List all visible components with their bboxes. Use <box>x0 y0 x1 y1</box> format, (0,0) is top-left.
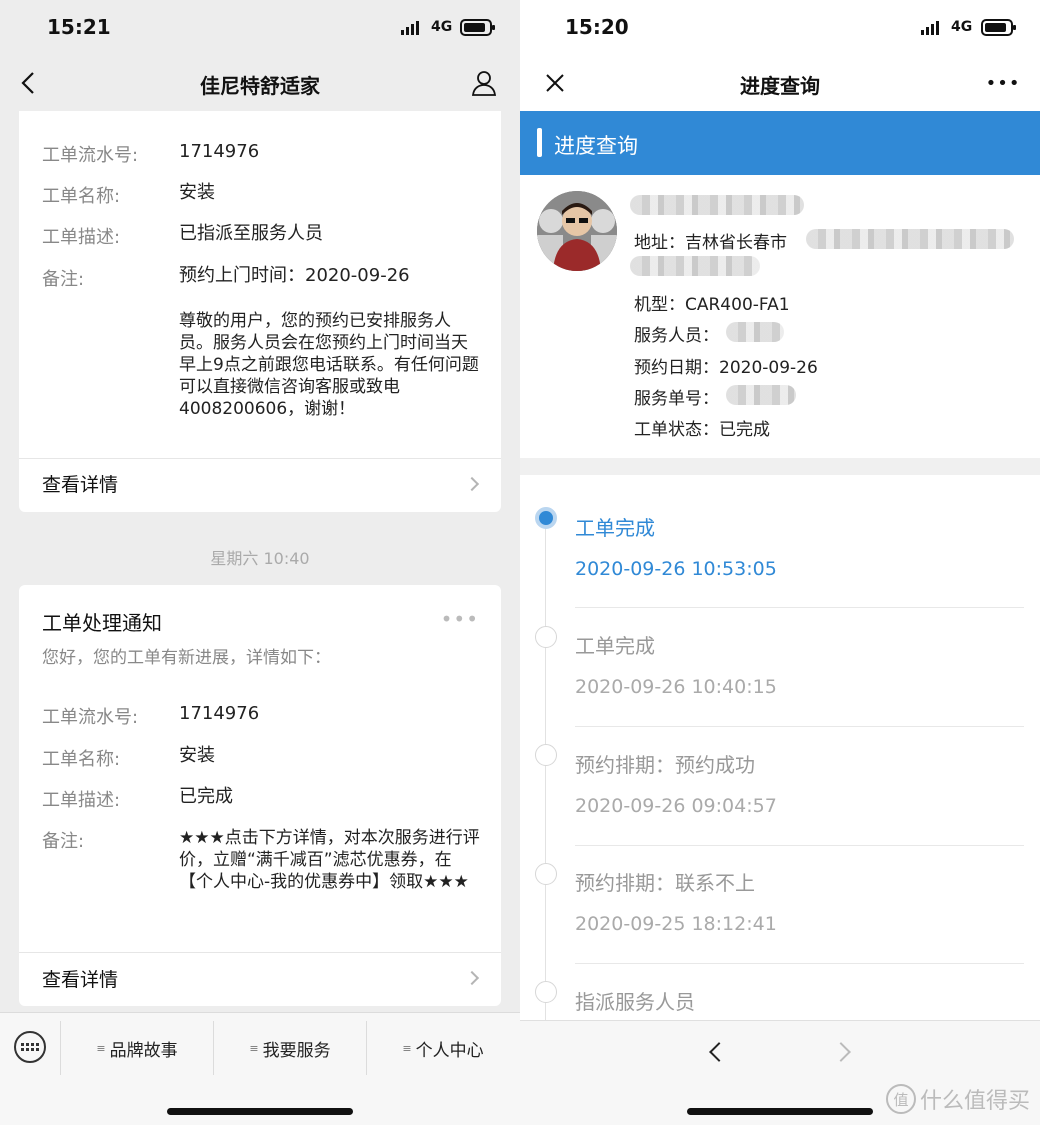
menu-list-icon: ≡ <box>96 1041 106 1055</box>
timeline-separator <box>575 607 1024 608</box>
progress-query-screen: 15:20 4G 进度查询 ••• 进度查询 地址：吉林省长春市 机型：CAR4… <box>520 0 1040 1125</box>
order-status: 工单状态：已完成 <box>634 420 770 440</box>
section-header: 进度查询 <box>520 111 1040 175</box>
header-accent-bar <box>537 128 542 157</box>
menu-user-center[interactable]: ≡ 个人中心 <box>366 1021 519 1075</box>
user-profile-icon[interactable] <box>467 66 501 100</box>
info-row: 备注: ★★★点击下方详情，对本次服务进行评价，立赠“满千减百”滤芯优惠券，在【个… <box>42 828 480 892</box>
back-arrow-icon[interactable] <box>709 1042 729 1062</box>
note-text: 尊敬的用户，您的预约已安排服务人员。服务人员会在您预约上门时间当天早上9点之前跟… <box>179 311 479 419</box>
menu-list-icon: ≡ <box>249 1041 259 1055</box>
timeline-dot-active <box>535 507 557 529</box>
model-info: 机型：CAR400-FA1 <box>634 295 790 315</box>
card-title: 工单处理通知 <box>42 611 162 635</box>
order-notice-card-1: 工单流水号: 1714976 工单名称: 安装 工单描述: 已指派至服务人员 备注: 预… <box>19 111 501 512</box>
section-title: 进度查询 <box>554 134 638 158</box>
battery-icon <box>981 19 1016 36</box>
timeline-dot <box>535 981 557 1003</box>
home-indicator[interactable] <box>687 1108 873 1115</box>
wechat-chat-screen: 15:21 4G 佳尼特舒适家 工单流水号: 1714976 工单名称: 安装 工单… <box>0 0 520 1125</box>
watermark-text: 什么值得买 <box>919 1089 1030 1114</box>
more-options-icon[interactable]: ••• <box>986 66 1020 100</box>
avatar <box>537 191 617 271</box>
network-label: 4G <box>431 19 453 35</box>
keyboard-icon[interactable] <box>14 1031 46 1063</box>
appointment-date: 预约日期：2020-09-26 <box>634 358 818 378</box>
blurred-staff <box>726 322 784 342</box>
page-title: 进度查询 <box>740 74 820 98</box>
menu-my-service[interactable]: ≡ 我要服务 <box>213 1021 366 1075</box>
timeline-dot <box>535 863 557 885</box>
divider <box>19 952 501 953</box>
status-time: 15:21 <box>47 15 111 39</box>
note-row: 尊敬的用户，您的预约已安排服务人员。服务人员会在您预约上门时间当天早上9点之前跟… <box>42 310 481 430</box>
timeline-title: 指派服务人员 <box>575 990 695 1014</box>
order-number-label: 服务单号： <box>634 389 719 409</box>
order-notice-card-2: 工单处理通知 ••• 您好，您的工单有新进展，详情如下： 工单流水号: 17149… <box>19 585 501 1006</box>
staff-info: 服务人员： <box>634 326 719 346</box>
view-detail-link[interactable]: 查看详情 <box>42 470 118 497</box>
more-options-icon[interactable]: ••• <box>441 607 479 631</box>
blurred-address-line2 <box>630 256 760 276</box>
timeline-separator <box>575 963 1024 964</box>
nav-bar: 进度查询 ••• <box>520 56 1040 110</box>
page-title: 佳尼特舒适家 <box>200 74 320 98</box>
nav-bar: 佳尼特舒适家 <box>0 56 520 110</box>
official-account-menu: ≡ 品牌故事 ≡ 我要服务 ≡ 个人中心 <box>0 1012 520 1125</box>
section-divider <box>520 458 1040 475</box>
network-label: 4G <box>951 19 973 35</box>
signal-icon <box>401 21 419 35</box>
blurred-order-number <box>726 385 796 405</box>
status-time: 15:20 <box>565 15 629 39</box>
timeline-time: 2020-09-26 09:04:57 <box>575 795 777 817</box>
watermark: 值 什么值得买 <box>885 1083 1030 1115</box>
timeline-title: 工单完成 <box>575 634 655 658</box>
timeline-time: 2020-09-25 18:12:41 <box>575 913 777 935</box>
timeline-line <box>545 520 546 1020</box>
card-subtitle: 您好，您的工单有新进展，详情如下： <box>42 648 331 668</box>
blurred-name <box>630 195 804 215</box>
timeline-separator <box>575 845 1024 846</box>
menu-list-icon: ≡ <box>402 1041 412 1055</box>
timeline-time: 2020-09-26 10:53:05 <box>575 558 777 580</box>
timeline-separator <box>575 726 1024 727</box>
chat-timestamp: 星期六 10:40 <box>210 549 310 568</box>
chevron-right-icon <box>464 476 480 492</box>
timeline-title: 工单完成 <box>575 516 655 540</box>
status-bar: 15:20 4G <box>520 0 1040 56</box>
watermark-logo-icon: 值 <box>885 1084 916 1114</box>
forward-arrow-icon[interactable] <box>831 1042 851 1062</box>
timeline-dot <box>535 626 557 648</box>
home-indicator[interactable] <box>167 1108 353 1115</box>
timeline-time: 2020-09-26 10:40:15 <box>575 676 777 698</box>
timeline-title: 预约排期：联系不上 <box>575 871 755 895</box>
view-detail-link[interactable]: 查看详情 <box>42 965 118 992</box>
signal-icon <box>921 21 939 35</box>
divider <box>19 458 501 459</box>
chevron-right-icon <box>464 970 480 986</box>
timeline-title: 预约排期：预约成功 <box>575 753 755 777</box>
status-bar: 15:21 4G <box>0 0 520 56</box>
timeline-dot <box>535 744 557 766</box>
battery-icon <box>460 19 495 36</box>
blurred-address <box>806 229 1014 249</box>
address-label: 地址：吉林省长春市 <box>634 233 787 253</box>
menu-brand-story[interactable]: ≡ 品牌故事 <box>60 1021 213 1075</box>
